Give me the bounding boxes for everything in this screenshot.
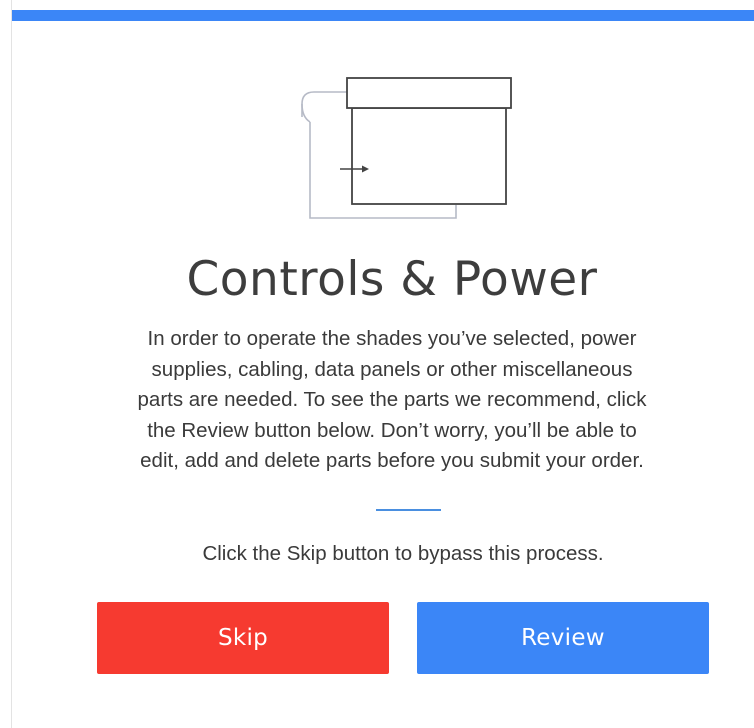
review-button[interactable]: Review (417, 602, 709, 674)
description-line: edit, add and delete parts before you su… (140, 449, 644, 472)
description-line: parts are needed. To see the parts we re… (137, 388, 647, 411)
section-divider (376, 509, 441, 511)
skip-button[interactable]: Skip (97, 602, 389, 674)
dialog-description: In order to operate the shades you’ve se… (82, 324, 702, 477)
description-line: supplies, cabling, data panels or other … (151, 357, 633, 381)
description-line: the Review button below. Don’t worry, yo… (147, 418, 637, 442)
description-line: In order to operate the shades you’ve se… (147, 327, 637, 350)
dialog-title: Controls & Power (186, 252, 598, 307)
shade-controls-icon (301, 77, 512, 219)
skip-note: Click the Skip button to bypass this pro… (202, 542, 604, 565)
controls-power-dialog: Controls & Power In order to operate the… (11, 0, 754, 728)
header-accent-bar (12, 10, 754, 21)
